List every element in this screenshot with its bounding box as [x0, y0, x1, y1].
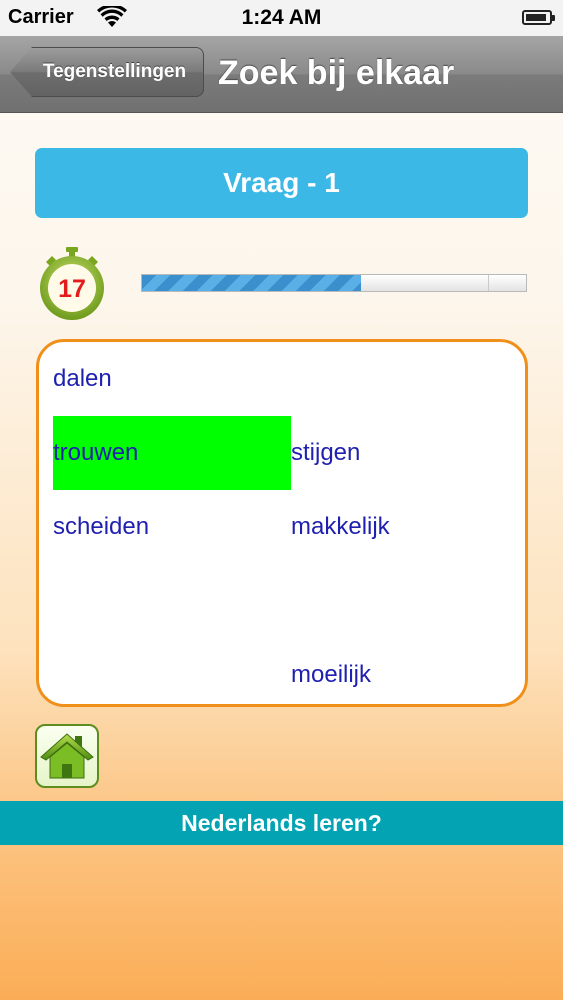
time-progress-fill: [142, 275, 361, 291]
clock: 1:24 AM: [241, 6, 322, 29]
home-button[interactable]: [35, 724, 99, 788]
progress-divider: [488, 275, 489, 291]
question-header: Vraag - 1: [35, 148, 528, 218]
status-bar: Carrier 1:24 AM: [0, 0, 563, 36]
word-option[interactable]: moeilijk: [291, 638, 529, 712]
navigation-bar: Tegenstellingen Zoek bij elkaar: [0, 36, 563, 113]
timer-seconds: 17: [58, 275, 86, 303]
word-option[interactable]: trouwen: [53, 416, 291, 490]
battery-level: [526, 14, 546, 21]
word-matching-area: dalen trouwen stijgen scheiden makkelijk moei…: [36, 339, 528, 707]
word-option[interactable]: scheiden: [53, 490, 291, 564]
word-option[interactable]: makkelijk: [291, 490, 529, 564]
word-option[interactable]: stijgen: [291, 416, 529, 490]
home-icon: [40, 733, 94, 779]
learn-dutch-banner[interactable]: Nederlands leren?: [0, 801, 563, 845]
page-title: Zoek bij elkaar: [218, 54, 455, 92]
word-option[interactable]: dalen: [53, 342, 291, 416]
banner-label: Nederlands leren?: [181, 809, 382, 836]
back-button-label: Tegenstellingen: [42, 61, 187, 82]
time-progress-bar: [141, 274, 527, 292]
question-label: Vraag - 1: [223, 167, 340, 198]
back-button[interactable]: Tegenstellingen: [10, 47, 204, 97]
stopwatch-icon: 17: [36, 246, 108, 322]
battery-icon: [522, 10, 555, 25]
